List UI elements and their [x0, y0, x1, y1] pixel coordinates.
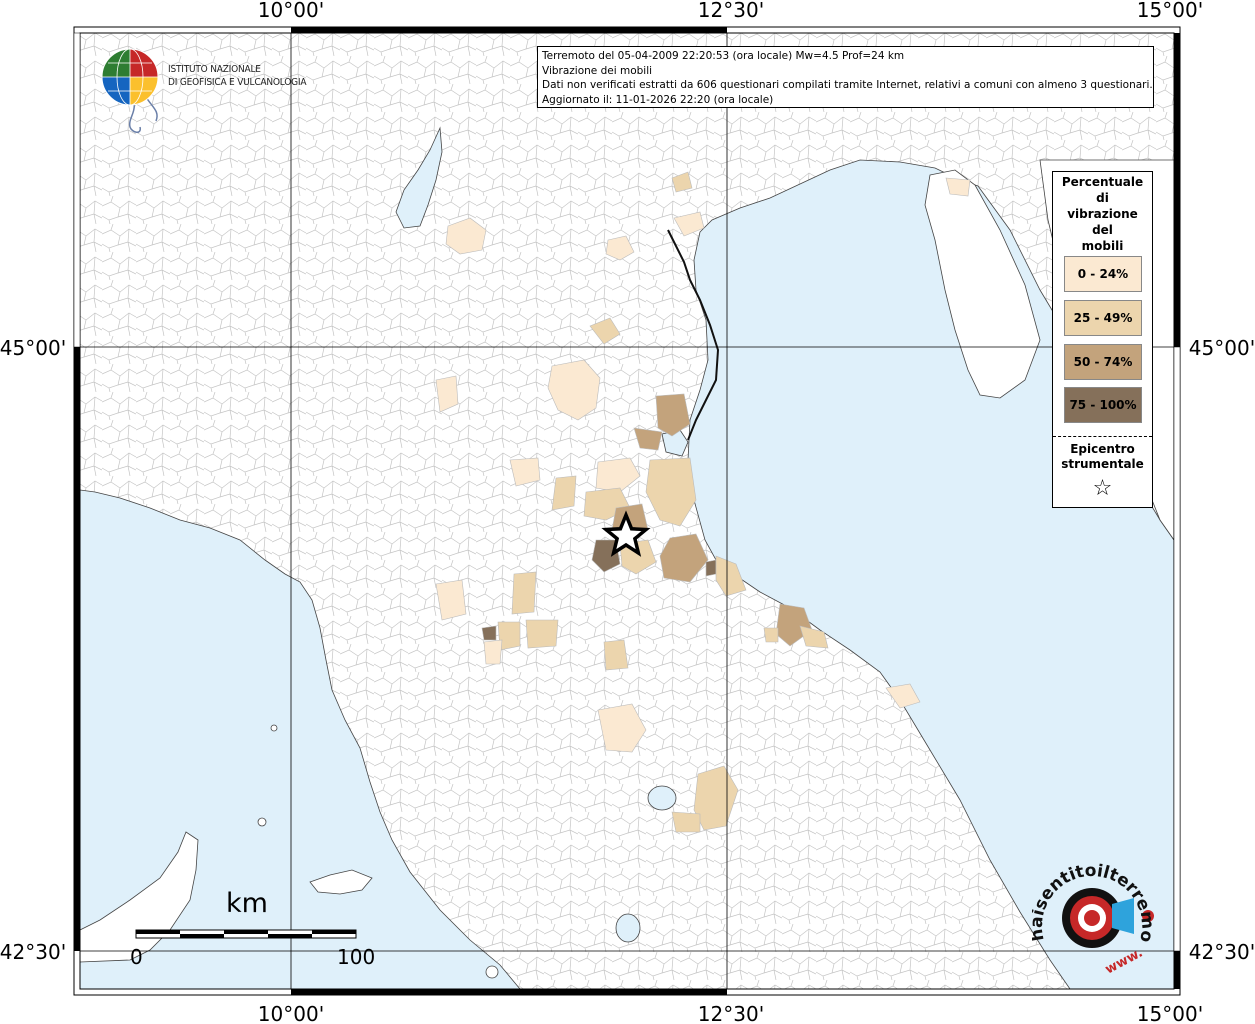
update-timestamp: Aggiornato il: 11-01-2026 22:20 (ora loc…	[542, 93, 774, 106]
lat-label-right-lower: 42°30'	[1189, 940, 1255, 964]
comune-area	[705, 559, 717, 577]
ingv-globe-icon	[101, 48, 159, 133]
svg-text:www.: www.	[1103, 945, 1145, 977]
lat-label-right-upper: 45°00'	[1189, 336, 1255, 360]
legend-title: Percentuale di vibrazione del mobili	[1053, 174, 1152, 254]
comune-area	[511, 571, 537, 615]
legend-class-50-74: 50 - 74%	[1064, 344, 1142, 380]
scale-max: 100	[337, 945, 376, 969]
legend-title-line: Percentuale	[1061, 175, 1144, 189]
scale-bar	[135, 929, 357, 939]
legend-title-line: del	[1092, 223, 1113, 237]
legend-class-75-100: 75 - 100%	[1064, 387, 1142, 423]
lat-label-left-lower: 42°30'	[0, 940, 66, 964]
comune-area	[671, 811, 701, 833]
comune-area	[525, 619, 559, 649]
event-description: Terremoto del 05-04-2009 22:20:53 (ora l…	[542, 50, 905, 62]
scale-min: 0	[130, 945, 143, 969]
legend-title-line: di	[1096, 191, 1109, 205]
comune-area	[483, 639, 503, 665]
island	[485, 965, 499, 979]
comune-area	[603, 639, 629, 671]
legend-title-line: vibrazione	[1067, 207, 1138, 221]
legend-title-line: mobili	[1081, 239, 1124, 253]
lon-label-top-right: 15°00'	[1137, 0, 1203, 22]
legend-class-label: 50 - 74%	[1073, 355, 1133, 369]
legend: Percentuale di vibrazione del mobili 0 -…	[1052, 171, 1153, 508]
legend-star-icon: ☆	[1092, 476, 1113, 501]
comune-area	[763, 627, 779, 643]
lon-label-top-mid: 12°30'	[698, 0, 764, 22]
lon-label-top-left: 10°00'	[258, 0, 324, 22]
map-parameter: Vibrazione dei mobili	[542, 64, 653, 77]
map-body	[80, 33, 1174, 989]
lat-label-left-upper: 45°00'	[0, 336, 66, 360]
ingv-name-line1: ISTITUTO NAZIONALE	[168, 64, 261, 75]
legend-epicenter-line1: Epicentro	[1070, 442, 1135, 456]
legend-class-25-49: 25 - 49%	[1064, 300, 1142, 336]
lon-label-bottom-right: 15°00'	[1137, 1002, 1203, 1024]
legend-epicenter-label: Epicentro strumentale	[1053, 442, 1152, 472]
legend-class-label: 0 - 24%	[1077, 267, 1129, 281]
legend-epicenter-line2: strumentale	[1061, 457, 1144, 471]
ingv-name-line2: DI GEOFISICA E VULCANOLOGIA	[168, 77, 307, 88]
lon-label-bottom-left: 10°00'	[258, 1002, 324, 1024]
lon-label-bottom-mid: 12°30'	[698, 1002, 764, 1024]
legend-divider	[1053, 436, 1152, 437]
legend-class-label: 75 - 100%	[1069, 398, 1137, 412]
lake-bolsena	[615, 913, 641, 943]
legend-class-label: 25 - 49%	[1073, 311, 1133, 325]
ingv-name: ISTITUTO NAZIONALE DI GEOFISICA E VULCAN…	[168, 63, 307, 89]
data-disclaimer: Dati non verificati estratti da 606 ques…	[542, 79, 1153, 92]
comune-area	[945, 177, 971, 197]
lake-trasimeno	[647, 785, 677, 811]
scale-unit: km	[226, 888, 268, 919]
comune-area	[481, 625, 497, 641]
island	[257, 817, 267, 827]
legend-class-0-24: 0 - 24%	[1064, 256, 1142, 292]
comune-area	[551, 475, 577, 511]
event-info-box: Terremoto del 05-04-2009 22:20:53 (ora l…	[537, 46, 1154, 108]
island	[270, 724, 278, 732]
haisentito-logo-icon: haisentitoilterremoto.it www.	[1032, 862, 1158, 978]
